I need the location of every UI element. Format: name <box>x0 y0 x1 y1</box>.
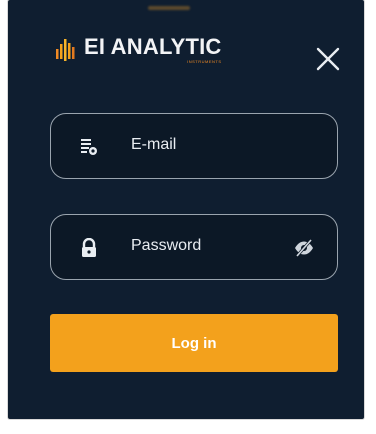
email-field-label: E-mail <box>131 136 177 153</box>
email-field-icon <box>81 139 97 155</box>
login-button[interactable]: Log in <box>50 314 338 372</box>
login-panel: EI ANALYTIC INSTRUMENTS E-mail Password <box>8 0 364 419</box>
password-field[interactable]: Password <box>50 214 338 280</box>
eye-slash-icon[interactable] <box>293 237 315 259</box>
brand-text: EI ANALYTIC INSTRUMENTS <box>84 36 221 64</box>
password-field-label: Password <box>131 237 202 254</box>
bar-chart-flame-logo <box>56 39 75 61</box>
brand-tagline: INSTRUMENTS <box>187 59 222 64</box>
lock-icon <box>82 238 96 257</box>
top-accent-glow <box>148 6 190 10</box>
close-icon[interactable] <box>312 43 344 75</box>
brand-name: EI ANALYTIC <box>84 34 222 59</box>
brand-logo: EI ANALYTIC INSTRUMENTS <box>56 36 221 64</box>
email-field[interactable]: E-mail <box>50 113 338 179</box>
